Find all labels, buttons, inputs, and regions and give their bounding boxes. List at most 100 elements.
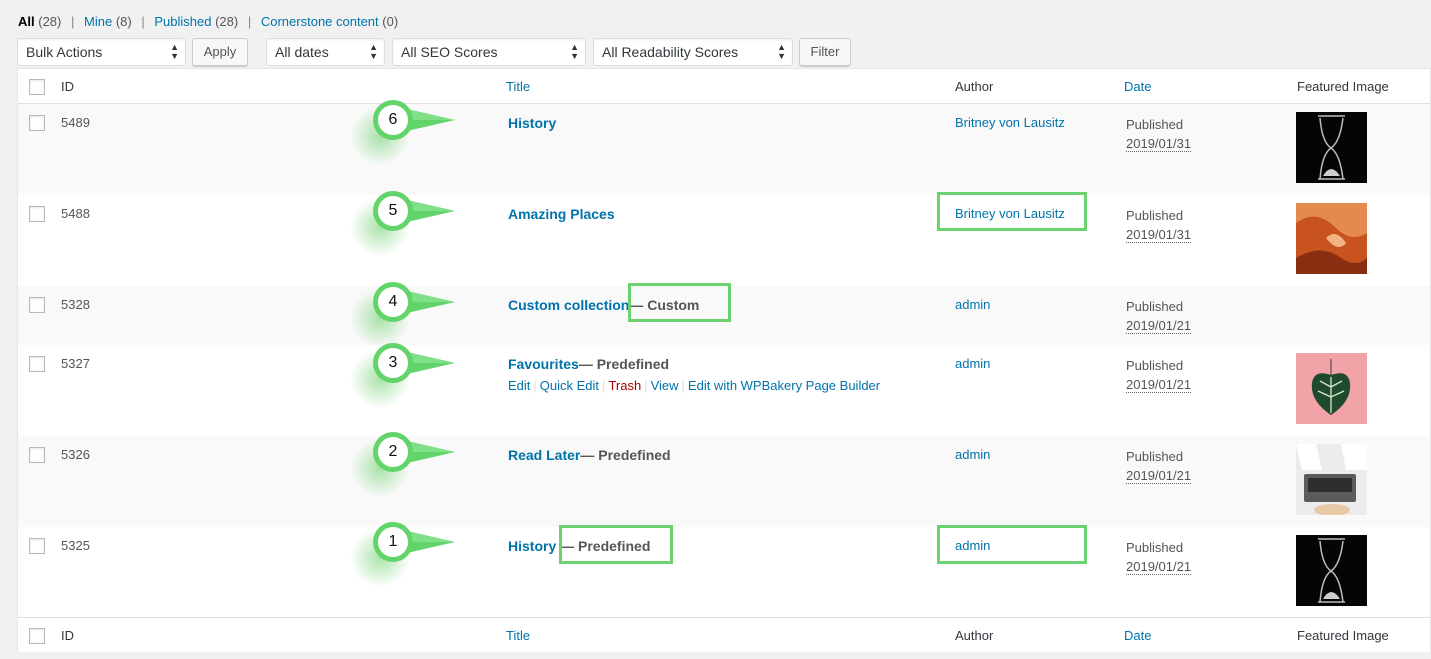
annotation-marker: 1	[350, 520, 455, 588]
table-row: 5326 Read Later— Predefined admin Publis…	[18, 436, 1430, 527]
featured-image-leaf[interactable]	[1296, 353, 1367, 424]
marker-number: 3	[373, 343, 413, 383]
view-all[interactable]: All	[18, 14, 35, 29]
separator: |	[644, 378, 648, 393]
row-checkbox[interactable]	[29, 356, 45, 372]
author-link[interactable]: admin	[955, 356, 990, 371]
marker-number: 4	[373, 282, 413, 322]
posts-table: ID Title Author Date Featured Image 5489…	[17, 68, 1431, 652]
marker-number: 1	[373, 522, 413, 562]
pointer-arrow-icon	[407, 441, 455, 463]
column-author: Author	[955, 628, 994, 643]
highlight-box	[628, 283, 731, 322]
author-link[interactable]: admin	[955, 447, 990, 462]
table-footer: ID Title Author Date Featured Image	[18, 617, 1430, 652]
author-link[interactable]: Britney von Lausitz	[955, 115, 1065, 130]
post-title-link[interactable]: History	[508, 115, 556, 131]
select-arrows-icon: ▲ ▼	[777, 42, 786, 61]
post-status: Published	[1126, 208, 1184, 223]
separator: |	[602, 378, 606, 393]
post-date: Published 2019/01/21	[1126, 447, 1192, 485]
table-header: ID Title Author Date Featured Image	[18, 69, 1430, 104]
readability-select[interactable]: All Readability Scores ▲ ▼	[593, 38, 793, 66]
view-link[interactable]: View	[651, 378, 679, 393]
post-status: Published	[1126, 358, 1184, 373]
highlight-box	[937, 192, 1087, 231]
highlight-box	[937, 525, 1087, 564]
column-featured-image: Featured Image	[1297, 628, 1389, 643]
column-id: ID	[61, 628, 74, 643]
post-date: Published 2019/01/31	[1126, 115, 1192, 153]
select-all-checkbox[interactable]	[29, 628, 45, 644]
post-status: Published	[1126, 449, 1184, 464]
highlight-box	[559, 525, 673, 564]
row-checkbox[interactable]	[29, 297, 45, 313]
separator: |	[533, 378, 537, 393]
column-title[interactable]: Title	[506, 628, 530, 643]
dates-select[interactable]: All dates ▲ ▼	[266, 38, 385, 66]
post-date: Published 2019/01/21	[1126, 538, 1192, 576]
wpbakery-edit-link[interactable]: Edit with WPBakery Page Builder	[688, 378, 880, 393]
annotation-marker: 5	[350, 189, 455, 257]
seo-scores-value: All SEO Scores	[401, 44, 498, 60]
post-title-link[interactable]: Amazing Places	[508, 206, 615, 222]
edit-link[interactable]: Edit	[508, 378, 530, 393]
post-title-link[interactable]: Read Later	[508, 447, 580, 463]
featured-image-hourglass[interactable]	[1296, 535, 1367, 606]
post-title-link[interactable]: Custom collection	[508, 297, 629, 313]
view-filters: All (28) | Mine (8) | Published (28) | C…	[18, 14, 398, 29]
post-id: 5489	[61, 115, 90, 130]
author-link[interactable]: admin	[955, 297, 990, 312]
select-arrows-icon: ▲ ▼	[170, 42, 179, 61]
pointer-arrow-icon	[407, 200, 455, 222]
post-title: Favourites— Predefined	[508, 356, 669, 372]
post-title-link[interactable]: Favourites	[508, 356, 579, 372]
featured-image-laptop[interactable]	[1296, 444, 1367, 515]
seo-scores-select[interactable]: All SEO Scores ▲ ▼	[392, 38, 586, 66]
post-date: Published 2019/01/21	[1126, 356, 1192, 394]
view-cornerstone[interactable]: Cornerstone content	[261, 14, 379, 29]
featured-image-hourglass[interactable]	[1296, 112, 1367, 183]
annotation-marker: 4	[350, 280, 455, 348]
row-checkbox[interactable]	[29, 206, 45, 222]
marker-number: 6	[373, 100, 413, 140]
post-id: 5326	[61, 447, 90, 462]
separator: |	[247, 14, 252, 29]
marker-number: 2	[373, 432, 413, 472]
annotation-marker: 3	[350, 341, 455, 409]
quick-edit-link[interactable]: Quick Edit	[540, 378, 599, 393]
view-mine[interactable]: Mine	[84, 14, 112, 29]
select-all-checkbox[interactable]	[29, 79, 45, 95]
column-date[interactable]: Date	[1124, 79, 1151, 94]
trash-link[interactable]: Trash	[608, 378, 641, 393]
view-mine-count: (8)	[115, 14, 132, 29]
pointer-arrow-icon	[407, 352, 455, 374]
view-published[interactable]: Published	[154, 14, 211, 29]
post-status: Published	[1126, 540, 1184, 555]
row-checkbox[interactable]	[29, 115, 45, 131]
post-title-link[interactable]: History	[508, 538, 556, 554]
row-actions: Edit | Quick Edit | Trash | View | Edit with WPB…	[508, 378, 880, 393]
post-id: 5327	[61, 356, 90, 371]
post-status: Published	[1126, 117, 1184, 132]
date-value: 2019/01/21	[1126, 559, 1192, 575]
row-checkbox[interactable]	[29, 538, 45, 554]
column-title[interactable]: Title	[506, 79, 530, 94]
filter-button[interactable]: Filter	[799, 38, 851, 66]
post-title: Amazing Places	[508, 206, 615, 222]
bulk-actions-select[interactable]: Bulk Actions ▲ ▼	[17, 38, 186, 66]
post-status: Published	[1126, 299, 1184, 314]
apply-button[interactable]: Apply	[192, 38, 248, 66]
select-arrows-icon: ▲ ▼	[369, 42, 378, 61]
row-checkbox[interactable]	[29, 447, 45, 463]
post-state: — Predefined	[580, 447, 671, 463]
annotation-marker: 6	[350, 98, 455, 166]
post-date: Published 2019/01/31	[1126, 206, 1192, 244]
column-id: ID	[61, 79, 74, 94]
date-value: 2019/01/21	[1126, 468, 1192, 484]
post-id: 5325	[61, 538, 90, 553]
column-date[interactable]: Date	[1124, 628, 1151, 643]
view-all-count: (28)	[38, 14, 62, 29]
table-row: 5325 History — Predefined admin Publishe…	[18, 527, 1430, 617]
featured-image-canyon[interactable]	[1296, 203, 1367, 274]
